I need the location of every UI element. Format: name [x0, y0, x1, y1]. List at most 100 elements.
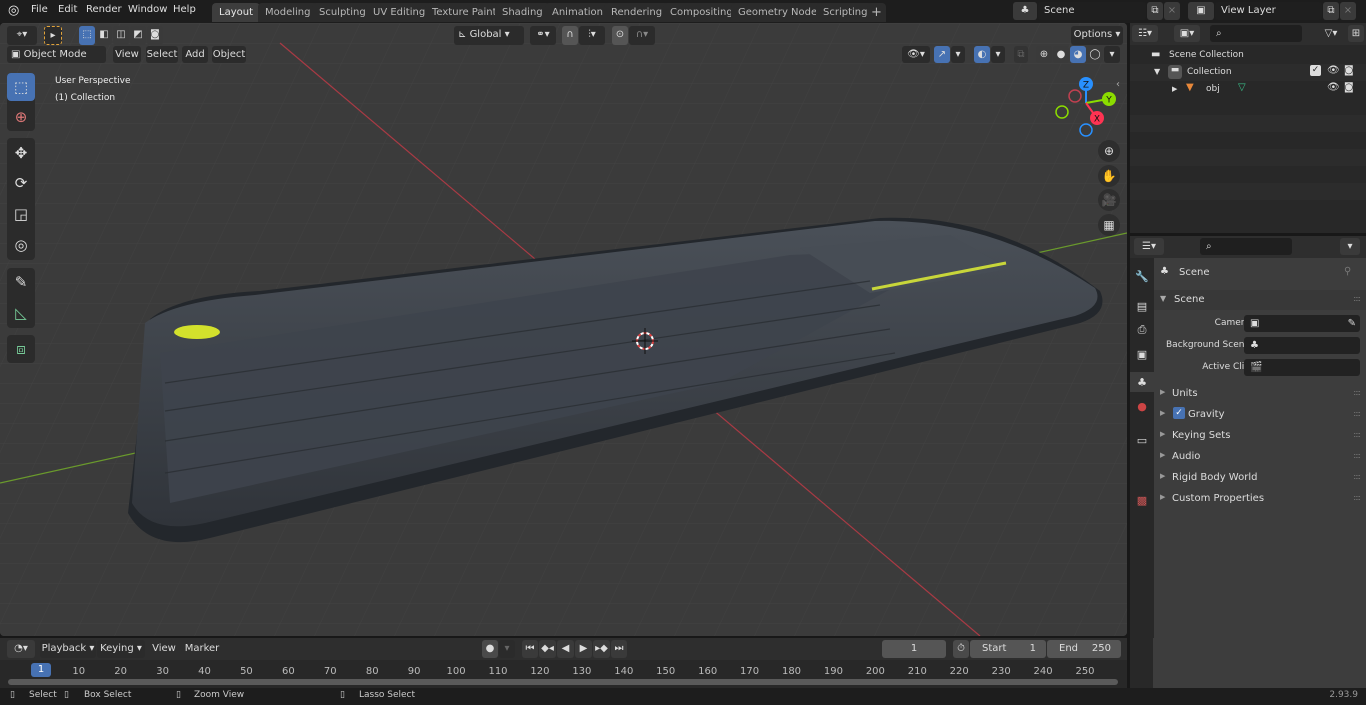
shading-wireframe-icon[interactable]: ⊕: [1036, 46, 1052, 63]
measure-tool-icon[interactable]: ◺: [7, 299, 35, 327]
current-frame-field[interactable]: 1: [882, 640, 946, 658]
view-layer-tab-icon[interactable]: ▣: [1132, 344, 1152, 364]
shading-rendered-icon[interactable]: ◯: [1087, 46, 1103, 63]
select-mode-invert-icon[interactable]: ◩: [130, 26, 146, 45]
add-cube-tool-icon[interactable]: ⧈: [7, 335, 35, 363]
jump-prev-keyframe-icon[interactable]: ◆◂: [539, 640, 556, 658]
overlay-dropdown-icon[interactable]: ▾: [991, 46, 1005, 63]
pivot-point-icon[interactable]: ⚭▾: [530, 26, 556, 45]
scene-delete-icon[interactable]: ×: [1164, 2, 1180, 20]
blender-logo-icon[interactable]: ◎: [8, 3, 19, 18]
timeline-scrollbar[interactable]: [8, 679, 1118, 685]
filter-icon[interactable]: ▽▾: [1318, 25, 1344, 42]
annotate-tool-icon[interactable]: ✎: [7, 268, 35, 296]
editor-type-icon[interactable]: ⌖▾: [7, 26, 37, 45]
subpanel-keying-sets[interactable]: ▶ Keying Sets ::::: [1154, 426, 1366, 446]
drag-handle-icon[interactable]: ::::: [1353, 493, 1361, 502]
visibility-eye-icon[interactable]: 👁: [1327, 82, 1340, 93]
tab-modeling[interactable]: Modeling: [258, 3, 318, 22]
snap-toggle-icon[interactable]: ∩: [562, 26, 578, 45]
menu-view[interactable]: View: [150, 640, 178, 658]
xray-toggle-icon[interactable]: ⧉: [1014, 46, 1028, 63]
cursor-tool-icon[interactable]: ⊕: [7, 103, 35, 131]
collection-tab-icon[interactable]: ▭: [1132, 430, 1152, 450]
auto-keying-dropdown[interactable]: ▾: [499, 640, 515, 658]
pin-icon[interactable]: ⚲: [1344, 266, 1351, 277]
tab-compositing[interactable]: Compositing: [663, 3, 740, 22]
shading-solid-icon[interactable]: ●: [1053, 46, 1069, 63]
navigation-gizmo[interactable]: Z Y X: [1050, 73, 1120, 143]
viewlayer-copy-icon[interactable]: ⧉: [1323, 2, 1339, 20]
end-frame-field[interactable]: End 250: [1047, 640, 1121, 658]
drag-handle-icon[interactable]: ::::: [1353, 430, 1361, 439]
viewlayer-browse-icon[interactable]: ▣: [1188, 2, 1214, 20]
options-dropdown[interactable]: Options ▾: [1071, 26, 1123, 45]
texture-tab-icon[interactable]: ▩: [1132, 490, 1152, 510]
jump-next-keyframe-icon[interactable]: ▸◆: [593, 640, 610, 658]
exclude-checkbox[interactable]: ✓: [1310, 65, 1321, 76]
3d-viewport[interactable]: ⌖▾ ▸ ⬚ ◧ ◫ ◩ ◙ ⊾ Global ▾ ⚭▾ ∩ ⫶▾ ⊙ ∩▾ O…: [0, 23, 1127, 636]
sidebar-toggle-icon[interactable]: ‹: [1116, 79, 1120, 90]
tab-geometry-nodes[interactable]: Geometry Nodes: [731, 3, 830, 22]
select-mode-subtract-icon[interactable]: ◫: [113, 26, 129, 45]
keying-dropdown[interactable]: Keying ▾: [97, 640, 145, 658]
proportional-edit-icon[interactable]: ⊙: [612, 26, 628, 45]
mode-dropdown[interactable]: ▣ Object Mode: [7, 46, 106, 63]
menu-select[interactable]: Select: [146, 46, 178, 63]
camera-view-icon[interactable]: 🎥: [1098, 189, 1120, 211]
properties-options-dropdown[interactable]: ▾: [1340, 238, 1360, 255]
auto-keying-icon[interactable]: ●: [482, 640, 498, 658]
playback-dropdown[interactable]: Playback ▾: [40, 640, 96, 658]
shading-dropdown-icon[interactable]: ▾: [1104, 46, 1120, 63]
select-mode-intersect-icon[interactable]: ◙: [147, 26, 163, 45]
tab-animation[interactable]: Animation: [545, 3, 610, 22]
gizmo-dropdown-icon[interactable]: ▾: [951, 46, 965, 63]
active-clip-field[interactable]: 🎬: [1244, 359, 1360, 376]
outliner-row-collection[interactable]: ▼ ▬ Collection ✓ 👁 ◙: [1130, 64, 1366, 81]
select-mode-new-icon[interactable]: ⬚: [79, 26, 95, 45]
snap-target-icon[interactable]: ⫶▾: [579, 26, 605, 45]
tab-rendering[interactable]: Rendering: [604, 3, 670, 22]
expand-arrow-icon[interactable]: ▼: [1154, 67, 1160, 76]
tab-texture-paint[interactable]: Texture Paint: [425, 3, 504, 22]
outliner-editor-type-icon[interactable]: ☷▾: [1132, 25, 1158, 42]
outliner-row-obj[interactable]: ▶ ▼ obj ▽ 👁 ◙: [1130, 81, 1366, 98]
tab-sculpting[interactable]: Sculpting: [312, 3, 373, 22]
select-tool-icon[interactable]: ▸: [44, 26, 62, 45]
render-camera-icon[interactable]: ◙: [1344, 82, 1354, 93]
menu-object[interactable]: Object: [212, 46, 246, 63]
menu-file[interactable]: File: [31, 4, 48, 15]
gravity-checkbox[interactable]: ✓: [1173, 407, 1185, 419]
tab-shading[interactable]: Shading: [495, 3, 550, 22]
scene-name-field[interactable]: Scene: [1038, 2, 1146, 20]
perspective-toggle-icon[interactable]: ▦: [1098, 214, 1120, 236]
scene-browse-icon[interactable]: ♣: [1013, 2, 1037, 20]
render-camera-icon[interactable]: ◙: [1344, 65, 1354, 76]
scene-tab-icon[interactable]: ♣: [1130, 372, 1154, 392]
scale-tool-icon[interactable]: ◲: [7, 200, 35, 228]
playhead[interactable]: 1: [31, 663, 51, 677]
viewlayer-delete-icon[interactable]: ×: [1340, 2, 1356, 20]
preview-range-icon[interactable]: ⏱: [953, 640, 969, 658]
output-tab-icon[interactable]: ⎙: [1132, 320, 1152, 340]
visibility-eye-icon[interactable]: 👁: [1327, 65, 1340, 76]
shading-material-icon[interactable]: ◕: [1070, 46, 1086, 63]
pan-view-icon[interactable]: ✋: [1098, 165, 1120, 187]
move-tool-icon[interactable]: ✥: [7, 139, 35, 167]
overlay-toggle-icon[interactable]: ◐: [974, 46, 990, 63]
timeline-editor-type-icon[interactable]: ◔▾: [7, 640, 35, 658]
visibility-icon[interactable]: 👁▾: [902, 46, 930, 63]
select-box-tool-icon[interactable]: ⬚: [7, 73, 35, 101]
menu-render[interactable]: Render: [86, 4, 122, 15]
menu-help[interactable]: Help: [173, 4, 196, 15]
camera-field[interactable]: ▣ ✎: [1244, 315, 1360, 332]
drag-handle-icon[interactable]: ::::: [1353, 294, 1361, 303]
tab-scripting[interactable]: Scripting: [816, 3, 875, 22]
world-tab-icon[interactable]: ●: [1132, 396, 1152, 416]
expand-arrow-icon[interactable]: ▶: [1172, 85, 1177, 93]
falloff-icon[interactable]: ∩▾: [629, 26, 655, 45]
jump-start-icon[interactable]: ⏮: [522, 640, 538, 658]
play-reverse-icon[interactable]: ◀: [557, 640, 574, 658]
menu-add[interactable]: Add: [182, 46, 208, 63]
rotate-tool-icon[interactable]: ⟳: [7, 169, 35, 197]
